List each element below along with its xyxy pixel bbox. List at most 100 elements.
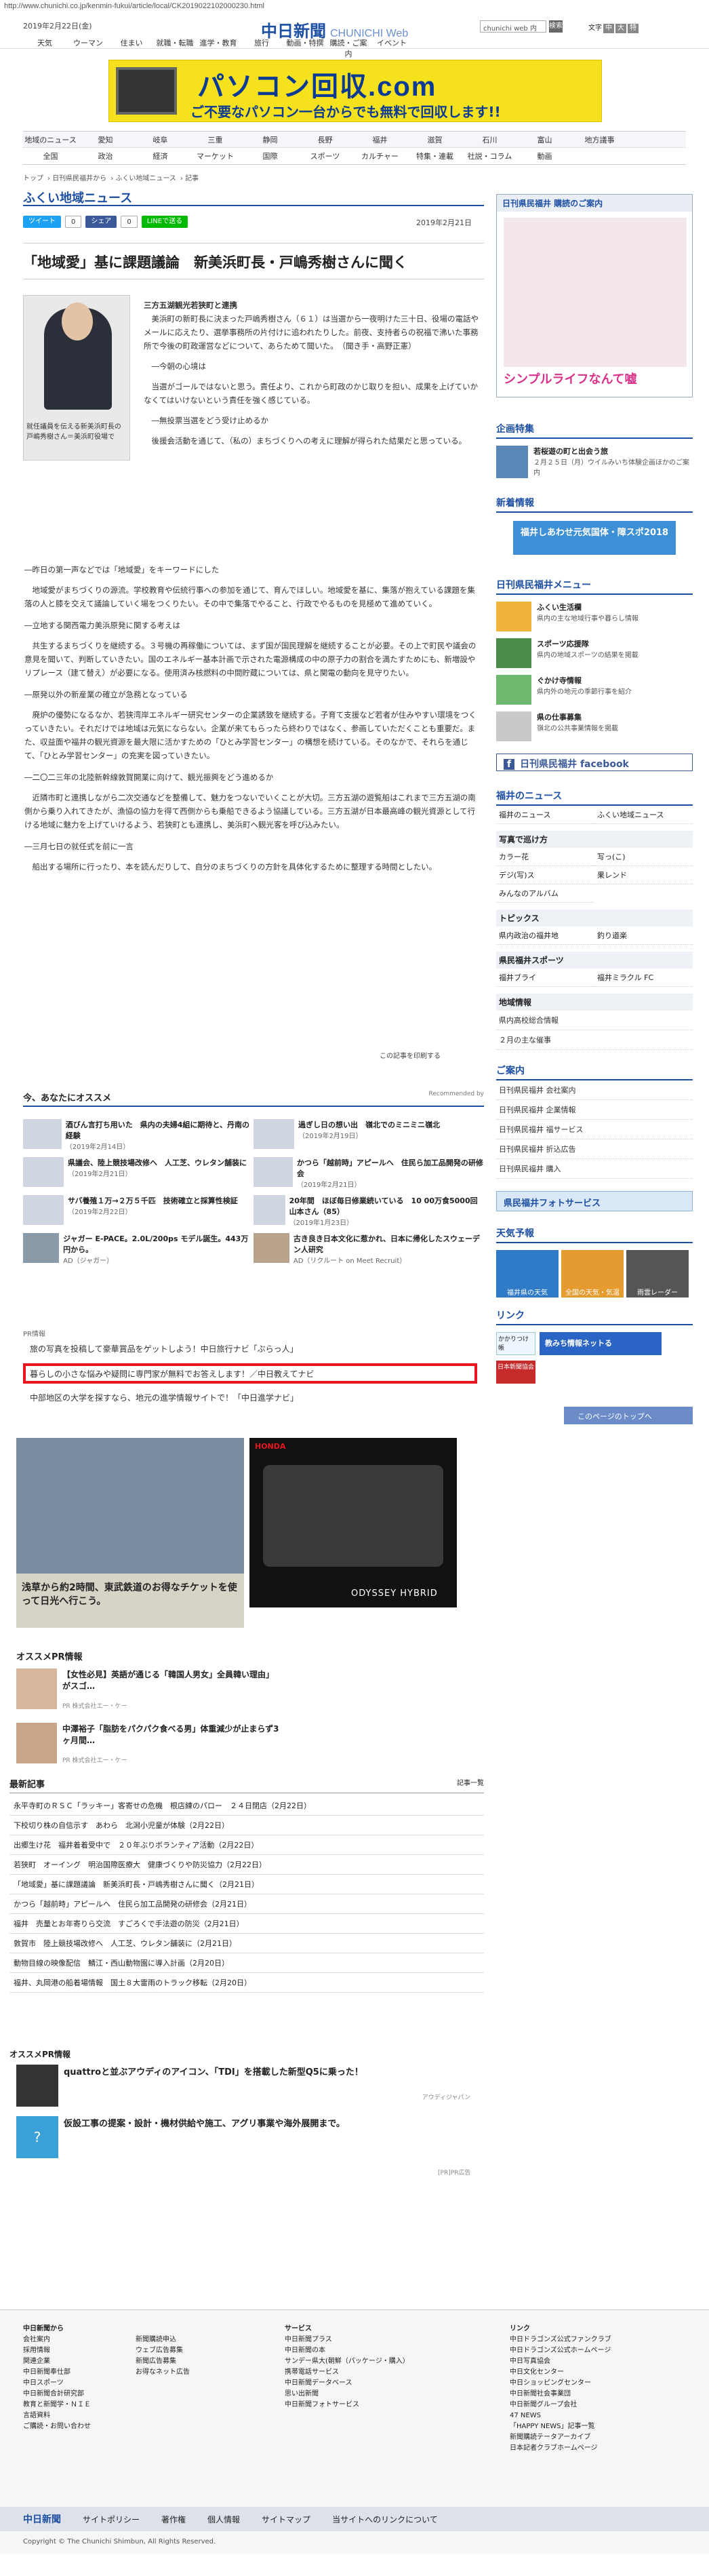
font-mid-button[interactable]: 中 xyxy=(603,24,614,33)
topnav-item[interactable]: 動画・特撰 xyxy=(283,37,327,59)
topnav-item[interactable]: 進学・教育 xyxy=(197,37,240,59)
fukui-link[interactable]: 福井のニュース xyxy=(496,806,594,824)
latest-item[interactable]: 「地域愛」基に課題議論 新美浜町長・戸嶋秀樹さんに聞く（2月21日） xyxy=(9,1875,484,1894)
footer-nav-link[interactable]: サイトポリシー xyxy=(83,2514,140,2525)
search-button[interactable]: 検索 xyxy=(549,20,563,33)
latest-item[interactable]: かつら「越前時」アピールへ 住民ら加工品開発の研修会（2月21日） xyxy=(9,1894,484,1914)
footer-link[interactable]: 教育と新聞学・ＮＩＥ xyxy=(23,2400,91,2411)
catnav-item[interactable]: 特集・連載 xyxy=(407,151,462,161)
footer-link[interactable]: お得なネット広告 xyxy=(136,2367,190,2378)
latest-item[interactable]: 出郷生け花 福井着着受中で ２０年ぶりボランティア活動（2月22日） xyxy=(9,1835,484,1855)
shashin-link[interactable]: 写っ(こ) xyxy=(594,848,693,866)
print-link[interactable]: この記事を印刷する xyxy=(380,1050,441,1060)
catnav-item[interactable]: 全国 xyxy=(23,151,78,161)
latest-item[interactable]: 動物目線の映像配信 鯖江・西山動物園に導入計画（2月20日） xyxy=(9,1953,484,1973)
osusume-pr-item[interactable]: 【女性必見】英語が通じる「韓国人男女」全員韓い理由」がスゴ… PR 株式会社エー・… xyxy=(16,1668,301,1710)
latest-item[interactable]: 下校切り株の自信示す あわら 北潟小児童が体験（2月22日） xyxy=(9,1816,484,1835)
page-top-button[interactable]: このページのトップへ xyxy=(564,1407,693,1424)
osusume-pr-item[interactable]: 中澤裕子「脂肪をパクパク食べる男」体重減少が止まらず3ヶ月間… PR 株式会社エー… xyxy=(16,1723,301,1764)
catnav-item[interactable]: 社説・コラム xyxy=(462,151,517,161)
font-xlarge-button[interactable]: 特 xyxy=(628,24,639,33)
pr-link[interactable]: 中部地区の大学を探すなら、地元の進学情報サイトで！「中日進学ナビ」 xyxy=(30,1392,298,1403)
annai-link[interactable]: 日刊県民福井 会社案内 xyxy=(496,1080,693,1100)
catnav-item[interactable]: 国際 xyxy=(243,151,298,161)
latest-item[interactable]: 敦賀市 陸上競技場改修へ 人工芝、ウレタン舗装に（2月21日） xyxy=(9,1934,484,1953)
font-large-button[interactable]: 大 xyxy=(615,24,626,33)
footer-link[interactable]: 言語資料 xyxy=(23,2411,91,2421)
footer-link[interactable]: 「HAPPY NEWS」記事一覧 xyxy=(510,2421,611,2432)
catnav-item[interactable]: 愛知 xyxy=(78,134,133,145)
topics-link[interactable]: 釣り道楽 xyxy=(594,926,693,945)
footer-link[interactable]: 中日スポーツ xyxy=(23,2378,91,2389)
catnav-item[interactable]: 長野 xyxy=(298,134,352,145)
menu-item[interactable]: 県の仕事募集 嶺北の公共事業情報を掲載 xyxy=(496,711,693,741)
ad-honda[interactable]: HONDA ODYSSEY HYBRID xyxy=(249,1438,457,1607)
footer-nav-link[interactable]: 当サイトへのリンクについて xyxy=(332,2514,438,2525)
ad-banner-top[interactable]: パソコン回収.com ご不要なパソコン一台からでも無料で回収します!! xyxy=(108,60,602,122)
facebook-link[interactable]: f 日刊県民福井 facebook xyxy=(496,754,693,771)
footer-link[interactable]: 中日ショッピングセンター xyxy=(510,2378,611,2389)
latest-item[interactable]: 永平寺町のＲＳＣ「ラッキー」客寄せの危機 根店練のパロー ２４日閉店（2月22日… xyxy=(9,1796,484,1816)
topics-link[interactable]: 県内政治の福井地 xyxy=(496,926,594,945)
weather-national[interactable]: 全国の天気・気温 xyxy=(561,1250,624,1297)
link-banner[interactable]: 教みち情報ネットる xyxy=(540,1332,662,1355)
recommend-item[interactable]: 県議会、陸上競技場改修へ 人工芝、ウレタン舗装に （2019年2月21日） xyxy=(23,1157,254,1191)
recommend-item[interactable]: 20年間 ほぼ毎日修業続いている 10 00万食5000回 山本さん（85） （2… xyxy=(254,1195,485,1229)
catnav-item[interactable]: 三重 xyxy=(188,134,243,145)
catnav-item[interactable]: 静岡 xyxy=(243,134,298,145)
footer-link[interactable]: 中日新聞データベース xyxy=(285,2378,409,2389)
share-button[interactable]: シェア xyxy=(85,216,117,228)
line-button[interactable]: LINEで送る xyxy=(141,216,188,228)
footer-link[interactable]: 関連企業 xyxy=(23,2356,91,2367)
footer-link[interactable]: 中日新聞社会事業団 xyxy=(510,2389,611,2400)
shashin-link[interactable]: 果レンド xyxy=(594,866,693,884)
catnav-item[interactable]: スポーツ xyxy=(298,151,352,161)
catnav-item[interactable]: 滋賀 xyxy=(407,134,462,145)
shashin-link[interactable]: カラー花 xyxy=(496,848,594,866)
footer-link[interactable]: 中日ドラゴンズ公式ファンクラブ xyxy=(510,2335,611,2345)
osusume-pr2-item[interactable]: ? 仮設工事の提案・設計・機材供給や施工、アグリ事業や海外展開まで。 xyxy=(16,2116,484,2158)
catnav-item[interactable]: 福井 xyxy=(352,134,407,145)
crumb-item[interactable]: 日刊県民福井から xyxy=(52,175,106,182)
topnav-item[interactable]: 旅行 xyxy=(240,37,283,59)
chiiki-link[interactable]: 県内高校総合情報 xyxy=(496,1011,693,1030)
footer-link[interactable]: ウェブ広告募集 xyxy=(136,2345,190,2356)
ad-tobu[interactable]: 浅草から約2時間、東武鉄道のお得なチケットを使って日光へ行こう。 xyxy=(16,1438,244,1628)
shashin-link[interactable]: みんなのアルバム xyxy=(496,884,594,903)
recommend-item[interactable]: 酒びん言打ち用いた 県内の夫婦4組に期待と、丹南の経験 （2019年2月14日） xyxy=(23,1119,254,1153)
weather-fukui[interactable]: 福井県の天気 xyxy=(496,1250,559,1297)
catnav-item[interactable]: カルチャー xyxy=(352,151,407,161)
footer-link[interactable]: 採用情報 xyxy=(23,2345,91,2356)
catnav-item[interactable]: 動画 xyxy=(517,151,572,161)
annai-link[interactable]: 日刊県民福井 企業情報 xyxy=(496,1100,693,1120)
catnav-item[interactable]: 地方議事 xyxy=(572,134,627,145)
catnav-item[interactable]: マーケット xyxy=(188,151,243,161)
latest-item[interactable]: 福井、丸岡港の船着場情報 国土８大雷雨のトラック移転（2月20日） xyxy=(9,1973,484,1993)
footer-link[interactable]: 携帯電話サービス xyxy=(285,2367,409,2378)
catnav-item[interactable]: 政治 xyxy=(78,151,133,161)
footer-link[interactable]: 中日新聞奉仕部 xyxy=(23,2367,91,2378)
catnav-item[interactable]: 石川 xyxy=(462,134,517,145)
pr-link[interactable]: 暮らしの小さな悩みや疑問に専門家が無料でお答えします！／中日教えてナビ xyxy=(30,1368,314,1380)
topnav-item[interactable]: イベント xyxy=(370,37,413,59)
footer-link[interactable]: 日本記者クラブホームページ xyxy=(510,2443,611,2454)
topnav-item[interactable]: 天気 xyxy=(23,37,66,59)
catnav-item[interactable]: 富山 xyxy=(517,134,572,145)
footer-link[interactable]: 中日新聞の本 xyxy=(285,2345,409,2356)
weather-radar[interactable]: 雨雲レーダー xyxy=(626,1250,689,1297)
link-banner[interactable]: 日本新聞協会 xyxy=(496,1361,535,1384)
footer-nav-link[interactable]: 著作権 xyxy=(161,2514,186,2525)
shashin-link[interactable]: デジ(写)ス xyxy=(496,866,594,884)
footer-link[interactable]: 新聞購読テータアーカイブ xyxy=(510,2432,611,2443)
latest-more[interactable]: 記事一覧 xyxy=(457,1777,484,1787)
fukui-link[interactable]: ふくい地域ニュース xyxy=(594,806,693,824)
latest-item[interactable]: 若狭町 オーイング 明治国際医療大 健康づくりや防災協力（2月22日） xyxy=(9,1855,484,1875)
footer-link[interactable]: 思い出新聞 xyxy=(285,2389,409,2400)
footer-nav-link[interactable]: 個人情報 xyxy=(207,2514,240,2525)
pr-link[interactable]: 旅の写真を投稿して豪華賞品をゲットしよう！中日旅行ナビ「ぶらっ人」 xyxy=(30,1343,298,1354)
photo-service-link[interactable]: 県民福井フォトサービス xyxy=(496,1191,693,1211)
footer-link[interactable]: 47 NEWS xyxy=(510,2411,611,2421)
topnav-item[interactable]: 就職・転職 xyxy=(153,37,197,59)
menu-item[interactable]: スポーツ応援隊 県内の地域スポーツの結果を掲載 xyxy=(496,638,693,668)
catnav-item[interactable]: 岐阜 xyxy=(133,134,188,145)
